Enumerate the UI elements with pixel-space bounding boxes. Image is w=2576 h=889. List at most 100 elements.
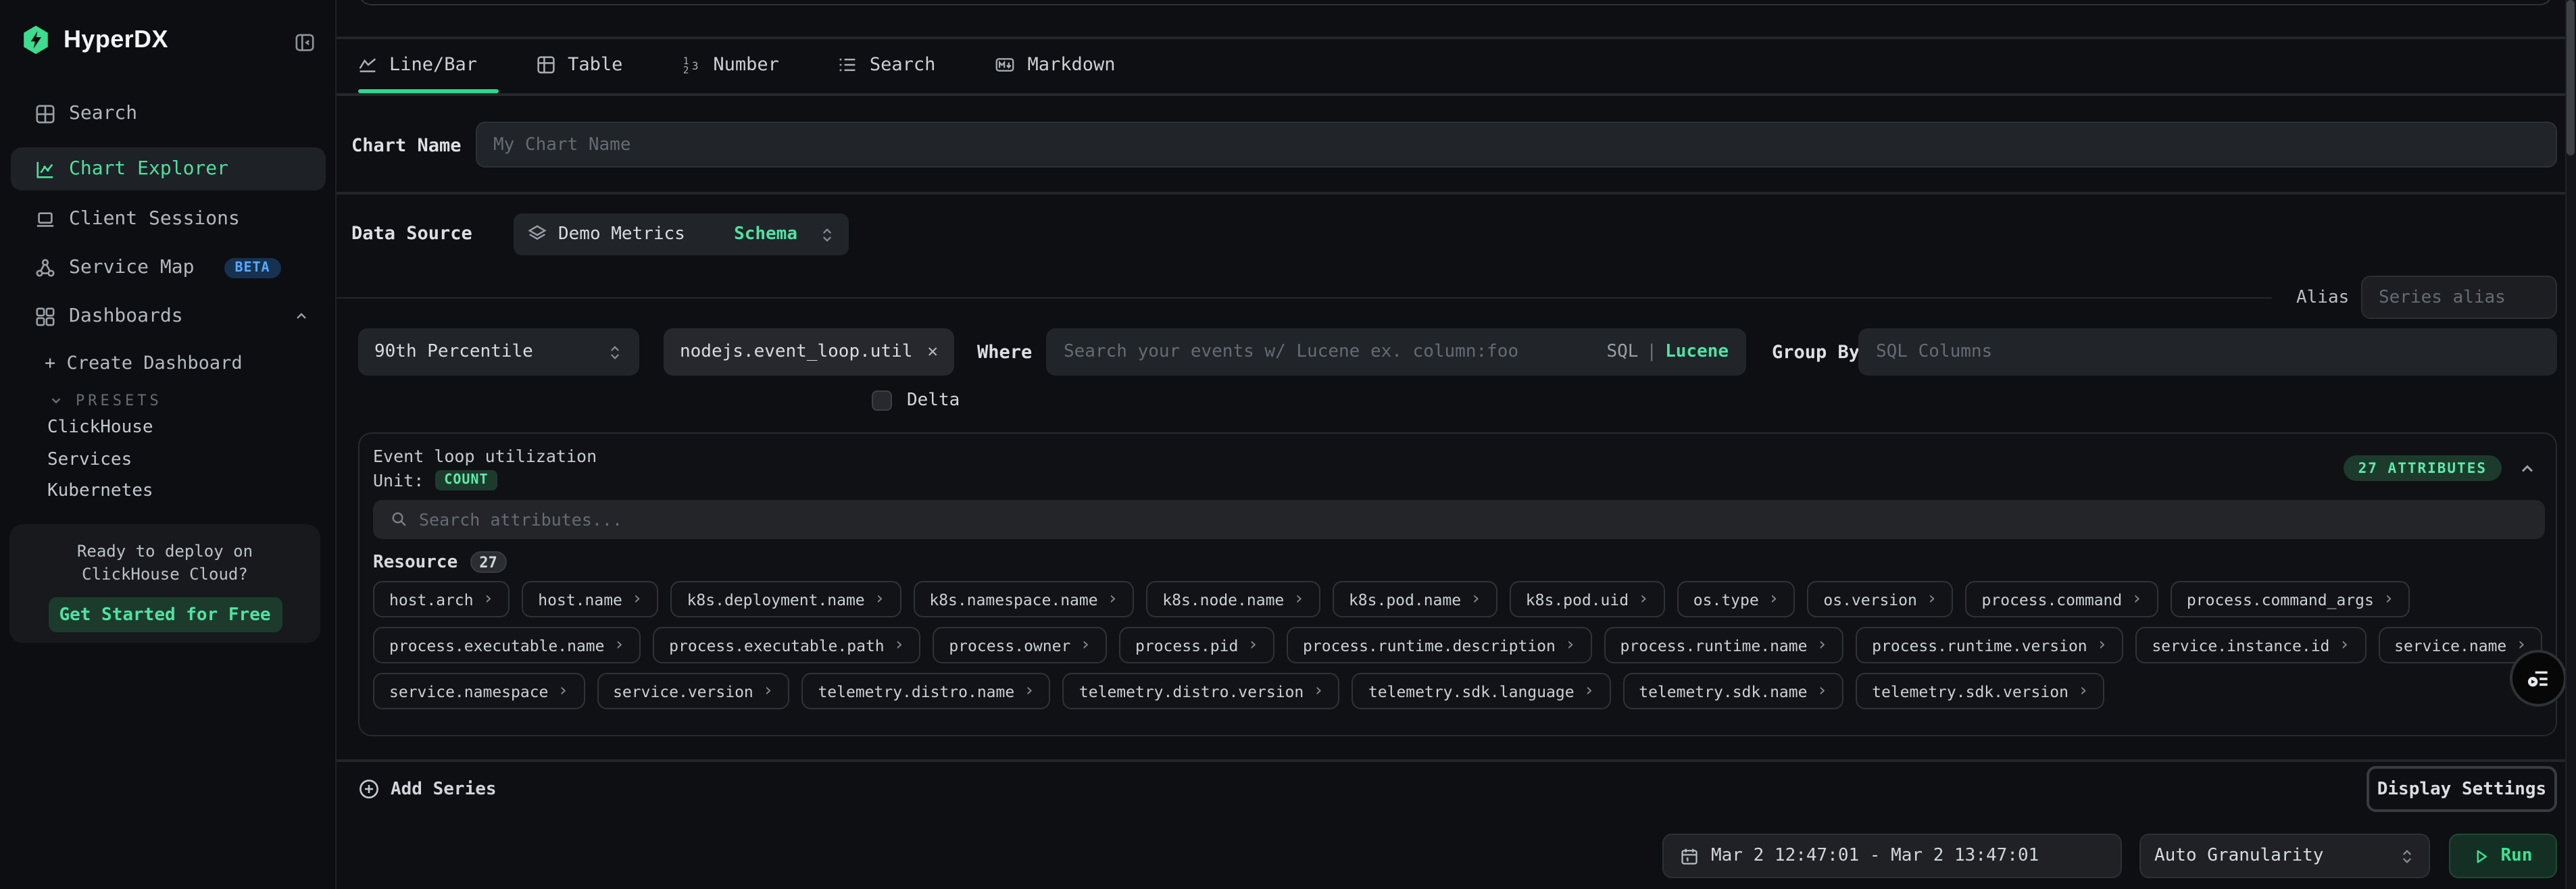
attribute-chip[interactable]: process.command_args›: [2171, 581, 2410, 617]
aggregation-select[interactable]: 90th Percentile: [358, 328, 639, 376]
chevron-right-icon: ›: [874, 590, 885, 608]
tab-number[interactable]: 123 Number: [682, 54, 779, 76]
group-by-input[interactable]: [1876, 342, 2540, 362]
attribute-search-field[interactable]: [373, 500, 2545, 539]
granularity-select[interactable]: Auto Granularity: [2139, 834, 2430, 878]
attribute-chip[interactable]: telemetry.sdk.language›: [1352, 673, 1610, 709]
group-count-badge: 27: [470, 551, 507, 573]
chevron-right-icon: ›: [894, 636, 905, 654]
sidebar-collapse-button[interactable]: [295, 32, 315, 53]
attribute-chip[interactable]: process.runtime.name›: [1604, 627, 1844, 663]
time-range-value: Mar 2 12:47:01 - Mar 2 13:47:01: [1711, 846, 2039, 866]
sidebar-item-search[interactable]: Search: [11, 92, 326, 135]
attribute-name: k8s.namespace.name: [929, 590, 1097, 609]
attribute-chip[interactable]: k8s.namespace.name›: [913, 581, 1134, 617]
chart-name-input[interactable]: [493, 134, 2540, 155]
sidebar-item-label: Client Sessions: [69, 208, 240, 230]
attribute-chip[interactable]: telemetry.distro.name›: [801, 673, 1050, 709]
scrollbar-track[interactable]: [2565, 0, 2576, 889]
run-button[interactable]: Run: [2449, 834, 2557, 878]
attribute-name: os.version: [1823, 590, 1917, 609]
attribute-name: process.owner: [949, 636, 1070, 655]
attribute-name: host.name: [538, 590, 622, 609]
collapse-sidebar-icon: [295, 32, 315, 53]
tab-line-bar[interactable]: Line/Bar: [358, 54, 477, 76]
add-series-button[interactable]: Add Series: [358, 778, 497, 800]
aggregation-value: 90th Percentile: [374, 342, 533, 362]
attribute-chip[interactable]: host.name›: [522, 581, 658, 617]
attribute-chip[interactable]: k8s.pod.name›: [1333, 581, 1497, 617]
attribute-chip[interactable]: service.namespace›: [373, 673, 585, 709]
lucene-option[interactable]: Lucene: [1665, 342, 1729, 362]
query-language-toggle[interactable]: SQL | Lucene: [1606, 342, 1729, 362]
chevron-right-icon: ›: [1816, 682, 1827, 700]
tab-search[interactable]: Search: [839, 54, 936, 76]
attribute-chip[interactable]: telemetry.distro.version›: [1063, 673, 1340, 709]
presets-toggle[interactable]: PRESETS: [49, 392, 162, 409]
sql-option[interactable]: SQL: [1606, 342, 1638, 362]
attribute-name: process.command: [1982, 590, 2123, 609]
attribute-chip[interactable]: os.version›: [1807, 581, 1953, 617]
metric-chip[interactable]: nodejs.event_loop.util ✕: [664, 328, 954, 376]
create-dashboard-button[interactable]: + Create Dashboard: [45, 353, 243, 374]
metric-title: Event loop utilization: [373, 446, 597, 466]
line-chart-icon: [358, 55, 377, 74]
collapse-panel-chevron-icon[interactable]: [2518, 459, 2537, 478]
where-field[interactable]: SQL | Lucene: [1046, 328, 1746, 376]
group-by-field[interactable]: [1858, 328, 2557, 376]
svg-text:3: 3: [691, 59, 697, 72]
sidebar-item-chart-explorer[interactable]: Chart Explorer: [11, 147, 326, 190]
sidebar-item-client-sessions[interactable]: Client Sessions: [11, 197, 326, 240]
time-range-picker[interactable]: Mar 2 12:47:01 - Mar 2 13:47:01: [1662, 834, 2122, 878]
divider: [337, 297, 2272, 299]
attribute-chip[interactable]: process.runtime.description›: [1287, 627, 1592, 663]
sidebar-item-service-map[interactable]: Service Map BETA: [11, 246, 326, 289]
floating-feedback-button[interactable]: [2512, 653, 2564, 704]
display-settings-button[interactable]: Display Settings: [2367, 766, 2557, 812]
scrollbar-thumb[interactable]: [2567, 0, 2575, 155]
tab-table[interactable]: Table: [537, 54, 622, 76]
preset-item[interactable]: ClickHouse: [47, 417, 153, 438]
attribute-chip[interactable]: process.command›: [1966, 581, 2158, 617]
preset-item[interactable]: Services: [47, 449, 132, 469]
close-icon[interactable]: ✕: [927, 342, 938, 362]
attribute-chip[interactable]: process.pid›: [1119, 627, 1274, 663]
attribute-name: telemetry.sdk.name: [1639, 682, 1807, 701]
data-source-select[interactable]: Demo Metrics Schema: [514, 213, 849, 255]
schema-link[interactable]: Schema: [734, 224, 797, 245]
attribute-chip[interactable]: host.arch›: [373, 581, 510, 617]
presets-header: PRESETS: [76, 392, 162, 409]
alias-field[interactable]: [2361, 276, 2557, 319]
preset-item[interactable]: Kubernetes: [47, 481, 153, 501]
get-started-button[interactable]: Get Started for Free: [48, 597, 282, 632]
attribute-chip[interactable]: process.executable.name›: [373, 627, 641, 663]
attribute-chip[interactable]: k8s.node.name›: [1146, 581, 1320, 617]
attribute-chip[interactable]: process.owner›: [933, 627, 1107, 663]
attribute-chip[interactable]: k8s.deployment.name›: [671, 581, 901, 617]
laptop-icon: [35, 209, 55, 229]
chart-name-field[interactable]: [476, 122, 2557, 168]
attribute-name: os.type: [1693, 590, 1759, 609]
attribute-chip[interactable]: process.executable.path›: [653, 627, 920, 663]
tab-markdown[interactable]: Markdown: [995, 54, 1115, 76]
beta-badge: BETA: [224, 257, 280, 278]
sidebar-item-dashboards[interactable]: Dashboards: [11, 295, 326, 338]
attribute-name: k8s.node.name: [1162, 590, 1284, 609]
select-chevrons-icon: [2399, 846, 2415, 865]
delta-checkbox[interactable]: [872, 390, 892, 411]
attribute-chip[interactable]: service.name›: [2378, 627, 2543, 663]
attribute-search-input[interactable]: [419, 509, 2527, 530]
svg-text:2: 2: [683, 65, 688, 74]
alias-input[interactable]: [2379, 287, 2540, 307]
attribute-chip[interactable]: service.instance.id›: [2135, 627, 2366, 663]
where-input[interactable]: [1064, 342, 1606, 362]
app-title: HyperDX: [64, 26, 168, 54]
attribute-chip[interactable]: service.version›: [597, 673, 789, 709]
attribute-chip[interactable]: telemetry.sdk.version›: [1856, 673, 2104, 709]
run-label: Run: [2501, 846, 2533, 866]
attribute-chip[interactable]: telemetry.sdk.name ›: [1623, 673, 1843, 709]
attribute-chip[interactable]: os.type›: [1677, 581, 1795, 617]
attribute-chip[interactable]: k8s.pod.uid›: [1510, 581, 1665, 617]
attributes-count-badge: 27 ATTRIBUTES: [2344, 455, 2502, 481]
attribute-chip[interactable]: process.runtime.version›: [1856, 627, 2123, 663]
